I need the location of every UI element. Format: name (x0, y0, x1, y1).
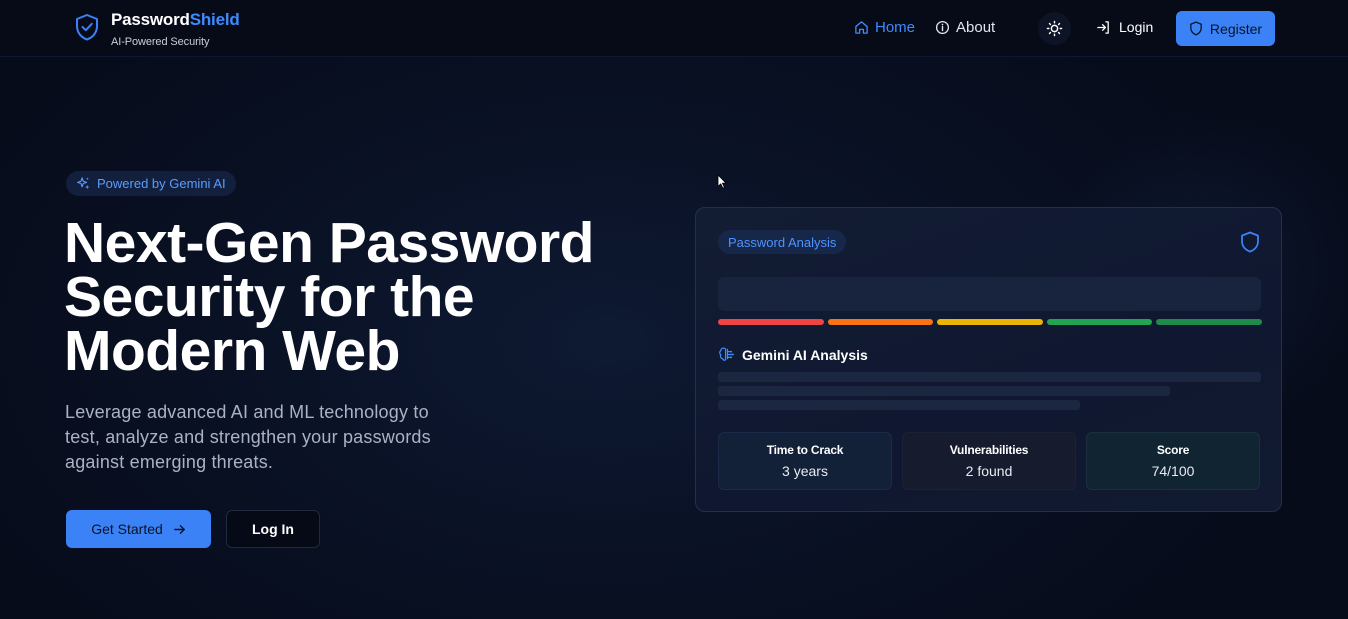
hero-login-label: Log In (252, 521, 294, 537)
brand-tagline: AI-Powered Security (111, 36, 210, 48)
register-label: Register (1209, 20, 1263, 37)
register-button[interactable]: Register (1176, 11, 1275, 46)
top-navbar: PasswordShield AI-Powered Security Home … (0, 0, 1348, 57)
analysis-skeleton-line-2 (718, 386, 1170, 396)
nav-home-link[interactable]: Home (854, 19, 915, 36)
stat-value: 3 years (782, 463, 828, 479)
sparkles-icon (77, 177, 90, 190)
gemini-analysis-title: Gemini AI Analysis (742, 346, 868, 363)
stat-label: Time to Crack (766, 443, 844, 457)
analysis-skeleton-line-3 (718, 400, 1080, 410)
login-arrow-icon (1097, 20, 1109, 34)
get-started-label: Get Started (91, 521, 163, 537)
password-analysis-chip: Password Analysis (718, 230, 847, 254)
header-login-button[interactable]: Login (1096, 19, 1153, 35)
strength-segment-5 (1156, 319, 1262, 325)
stat-vulnerabilities: Vulnerabilities 2 found (902, 432, 1076, 490)
mouse-cursor-icon (717, 174, 727, 189)
password-analysis-card: Password Analysis Gemini AI Analysis Tim… (695, 207, 1282, 512)
stat-value: 2 found (965, 463, 1013, 479)
brand-name-part2: Shield (189, 10, 240, 29)
brand[interactable]: PasswordShield AI-Powered Security (75, 10, 240, 48)
theme-toggle-button[interactable] (1038, 12, 1071, 45)
nav-about-link[interactable]: About (935, 19, 995, 36)
stat-label: Vulnerabilities (949, 443, 1029, 457)
shield-icon (1241, 231, 1259, 253)
strength-segment-3 (937, 319, 1043, 325)
brand-name-part1: Password (111, 10, 190, 29)
shield-check-logo-icon (76, 14, 98, 41)
strength-segment-2 (827, 319, 934, 325)
info-icon (935, 20, 950, 35)
sun-icon (1046, 20, 1063, 37)
password-input-placeholder[interactable] (718, 277, 1261, 311)
home-icon (855, 21, 868, 34)
powered-by-label: Powered by Gemini AI (97, 176, 226, 191)
strength-segment-4 (1046, 319, 1153, 325)
stat-score: Score 74/100 (1086, 432, 1260, 490)
stat-time-to-crack: Time to Crack 3 years (718, 432, 892, 490)
strength-segment-1 (718, 319, 824, 325)
powered-by-badge: Powered by Gemini AI (66, 171, 236, 196)
hero-subtext: Leverage advanced AI and ML technology t… (65, 402, 431, 472)
strength-meter (718, 319, 1266, 325)
stat-label: Score (1156, 443, 1190, 457)
hero-headline: Next-Gen Password Security for the Moder… (64, 211, 595, 383)
nav-about-label: About (956, 19, 996, 36)
stat-value: 74/100 (1151, 463, 1195, 479)
hero-login-button[interactable]: Log In (226, 510, 320, 548)
get-started-button[interactable]: Get Started (66, 510, 211, 548)
arrow-right-icon (173, 524, 185, 534)
shield-icon (1190, 21, 1202, 36)
header-login-label: Login (1119, 19, 1154, 35)
nav-home-label: Home (875, 19, 916, 36)
analysis-skeleton-line-1 (718, 372, 1261, 382)
gemini-analysis-heading: Gemini AI Analysis (718, 346, 868, 363)
brain-icon (719, 347, 734, 361)
brand-name: PasswordShield (111, 10, 240, 30)
